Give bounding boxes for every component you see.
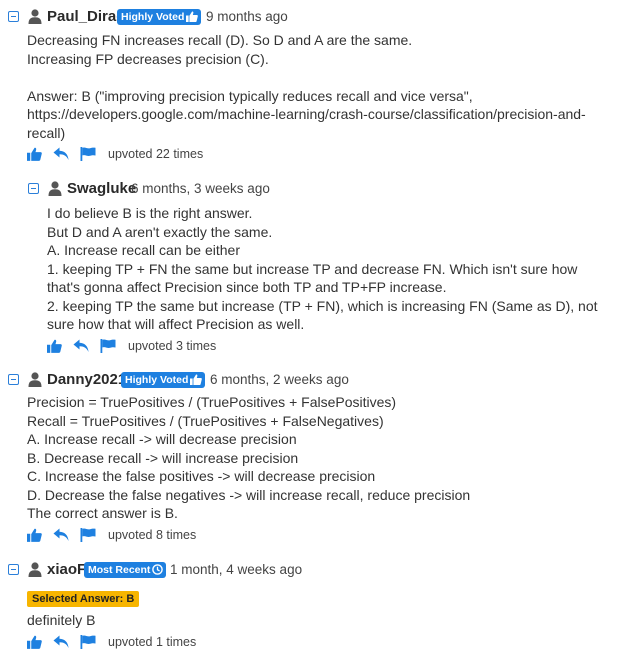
timestamp: 9 months ago [206,9,288,24]
comment-line: 1. keeping TP + FN the same but increase… [47,260,578,277]
badge-label: Highly Voted [121,11,185,23]
user-icon [48,181,62,196]
upvote-count: upvoted 22 times [108,147,204,161]
reply-icon[interactable] [53,528,69,542]
thumbs-up-icon [190,374,203,385]
comment: xiaoF Most Recent 1 month, 4 weeks ago S… [8,561,633,653]
comment-header: Danny2021 Highly Voted 6 months, 2 weeks… [8,371,633,391]
upvote-count: upvoted 8 times [108,527,197,542]
timestamp: 6 months, 2 weeks ago [210,372,349,387]
comment-header: Swagluke 6 months, 3 weeks ago [28,180,633,200]
flag-icon[interactable] [100,338,116,353]
upvote-count: upvoted 3 times [128,338,217,353]
username[interactable]: Paul_Dirac [47,8,125,25]
comment-line: D. Decrease the false negatives -> will … [27,486,471,503]
comment-body: Decreasing FN increases recall (D). So D… [27,31,633,142]
username[interactable]: Danny2021 [47,371,126,388]
upvote-icon[interactable] [27,635,42,649]
highly-voted-badge: Highly Voted [117,9,202,25]
comment-line: https://developers.google.com/machine-le… [27,106,586,122]
comment-line: But D and A aren't exactly the same. [47,223,273,240]
user-icon [28,9,42,24]
flag-icon[interactable] [80,147,96,161]
thumbs-up-icon [186,11,199,22]
flag-icon[interactable] [80,527,96,542]
comment-line: A. Increase recall can be either [47,242,240,258]
selected-answer-badge: Selected Answer: B [27,591,140,607]
comment-line: C. Increase the false positives -> will … [27,468,376,484]
comment-body: definitely B [27,611,633,630]
reply-icon[interactable] [73,339,89,353]
user-icon [28,562,42,577]
username[interactable]: Swagluke [67,180,136,197]
comment-line: A. Increase recall -> will decrease prec… [27,431,297,447]
upvote-icon[interactable] [47,339,62,353]
clock-icon [152,564,164,575]
comment-actions: upvoted 8 times [27,526,633,546]
timestamp: 1 month, 4 weeks ago [170,562,303,577]
comment-line: sure how that will affect Precision as w… [47,316,305,332]
comment-line: Recall = TruePositives / (TruePositives … [27,412,384,429]
upvote-icon[interactable] [27,528,42,542]
comment-header: Paul_Dirac Highly Voted 9 months ago [8,8,633,28]
comment-line: The correct answer is B. [27,505,178,521]
selected-answer-row: Selected Answer: B [27,589,633,609]
comment-line: B. Decrease recall -> will increase prec… [27,449,299,466]
collapse-toggle-icon[interactable] [8,11,19,22]
comment-line: Answer: B ("improving precision typicall… [27,87,473,104]
reply-icon[interactable] [53,635,69,649]
collapse-toggle-icon[interactable] [8,374,19,385]
comment-line: 2. keeping TP the same but increase (TP … [47,297,598,314]
collapse-toggle-icon[interactable] [28,183,39,194]
comment-body: I do believe B is the right answer. But … [47,204,633,334]
username[interactable]: xiaoF [47,561,86,578]
comment-line: recall) [27,124,66,141]
comment-line [27,68,633,87]
badge-label: Highly Voted [125,374,189,386]
upvote-icon[interactable] [27,147,42,161]
comment-header: xiaoF Most Recent 1 month, 4 weeks ago [8,561,633,581]
comment-actions: upvoted 22 times [27,145,633,165]
comment-actions: upvoted 3 times [47,337,633,357]
reply-icon[interactable] [53,147,69,161]
comment: Paul_Dirac Highly Voted 9 months ago Dec… [8,8,633,165]
comment-line: Decreasing FN increases recall (D). So D… [27,32,413,48]
comment-line: that's gonna affect Precision since both… [47,279,447,295]
comment-line: Precision = TruePositives / (TruePositiv… [27,394,397,410]
most-recent-badge: Most Recent [84,562,167,578]
highly-voted-badge: Highly Voted [121,372,206,388]
collapse-toggle-icon[interactable] [8,564,19,575]
comment-line: I do believe B is the right answer. [47,205,253,221]
upvote-count: upvoted 1 times [108,634,197,649]
flag-icon[interactable] [80,634,96,649]
comment-actions: upvoted 1 times [27,633,633,653]
badge-label: Most Recent [88,564,151,576]
timestamp: 6 months, 3 weeks ago [131,181,270,196]
comment: Danny2021 Highly Voted 6 months, 2 weeks… [8,371,633,546]
comment-line: definitely B [27,612,96,628]
reply-comment: Swagluke 6 months, 3 weeks ago I do beli… [28,180,633,357]
comment-line: Increasing FP decreases precision (C). [27,50,269,67]
user-icon [28,372,42,387]
comment-body: Precision = TruePositives / (TruePositiv… [27,393,633,523]
